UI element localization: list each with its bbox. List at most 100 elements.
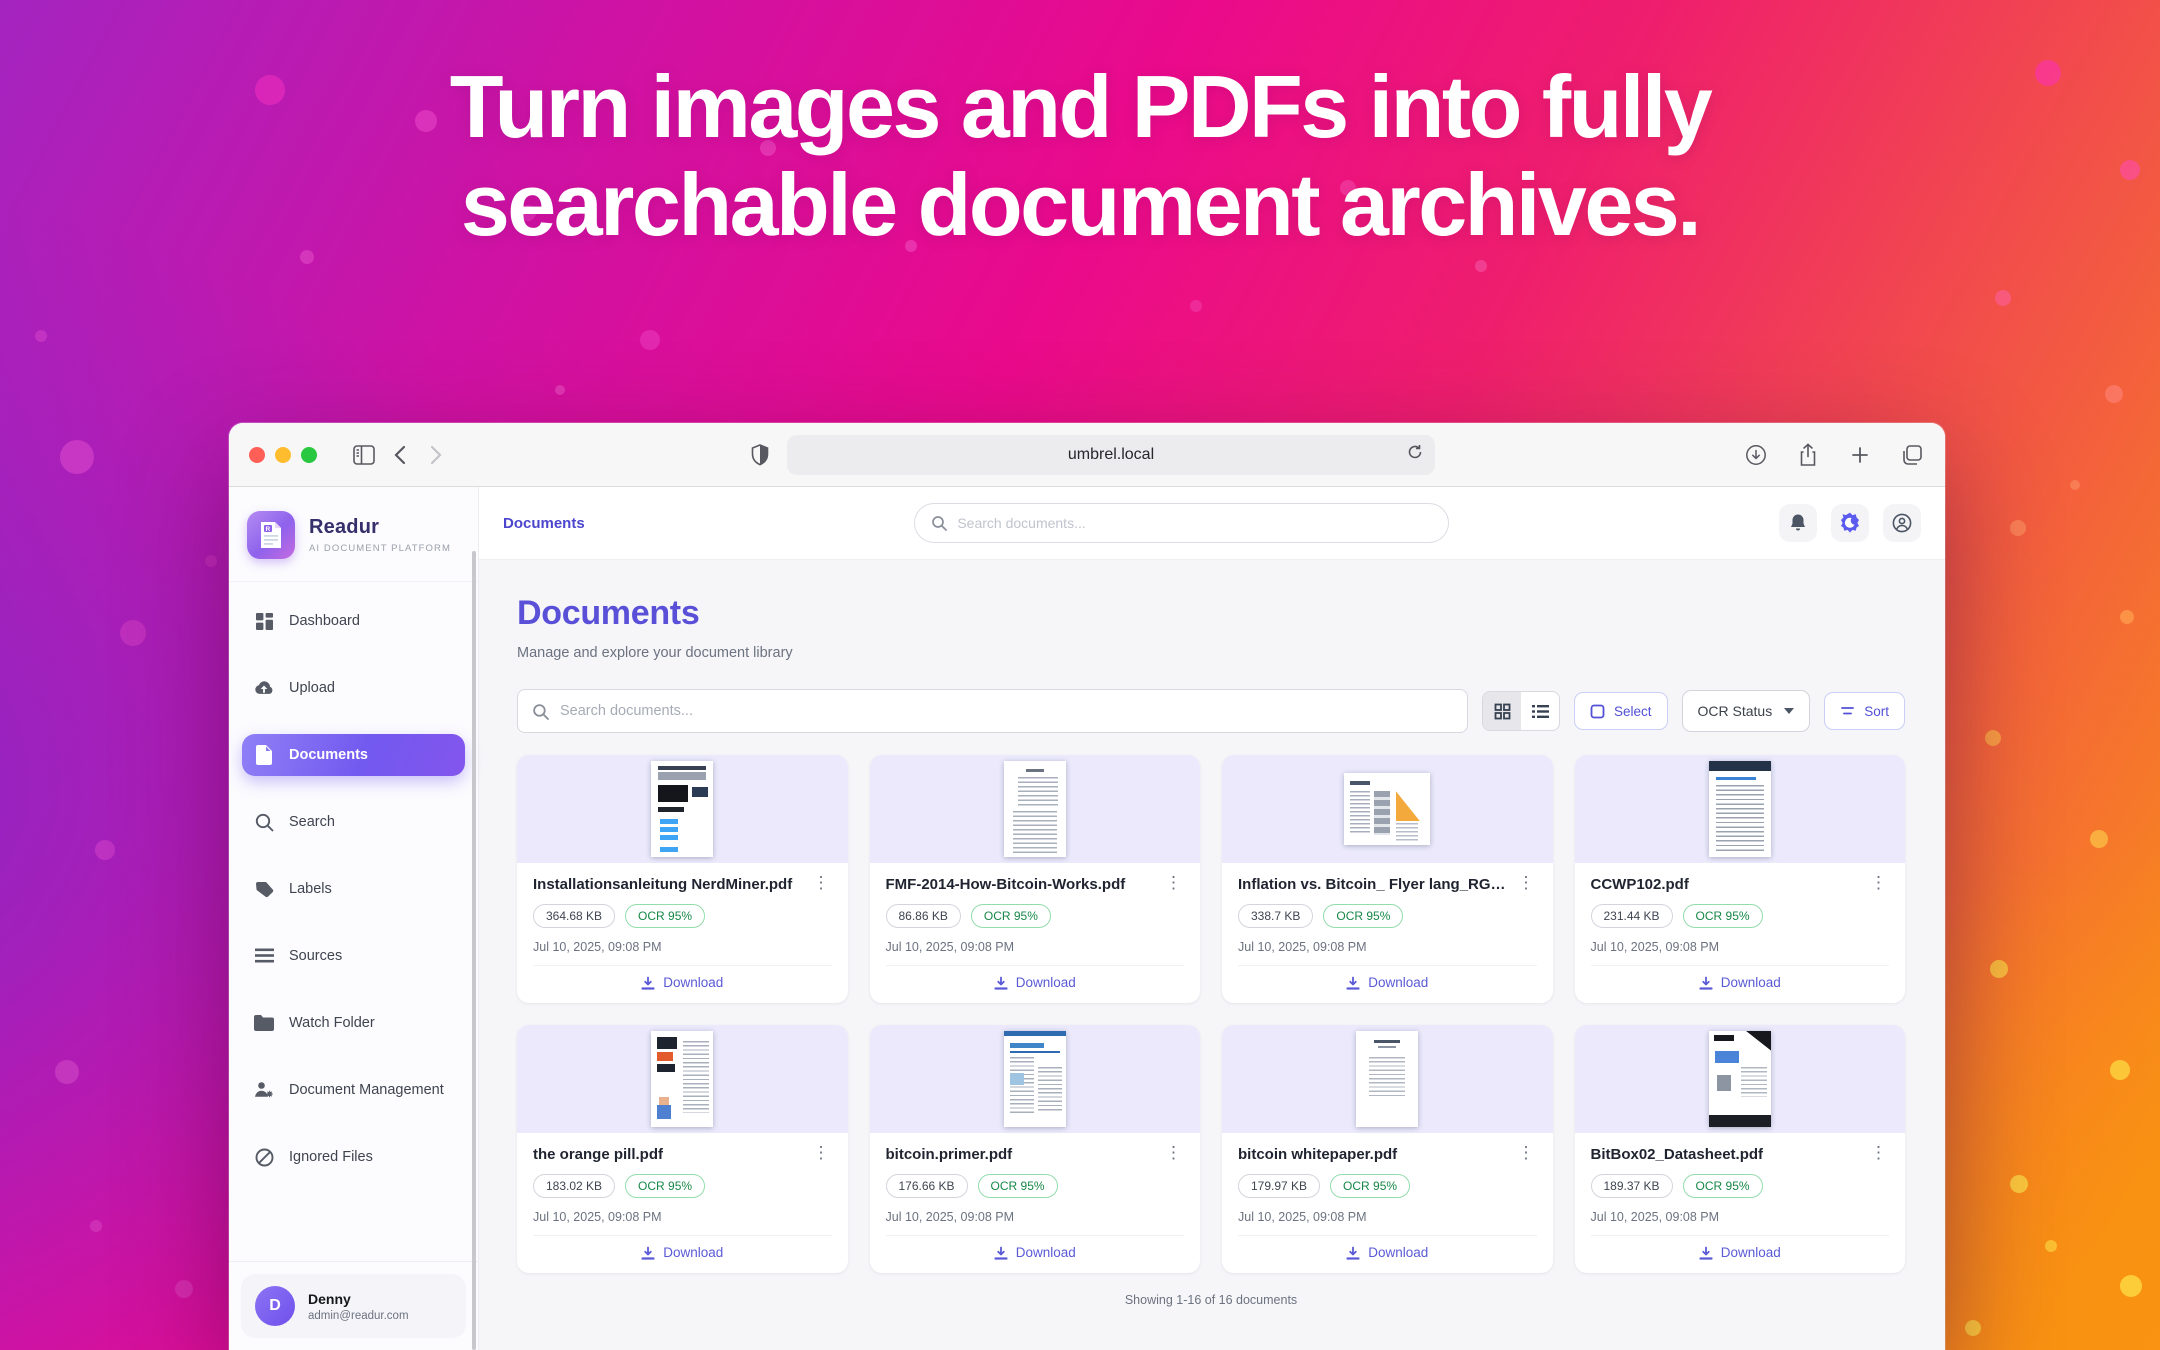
document-card[interactable]: bitcoin.primer.pdf ⋮ 176.66 KB OCR 95% J…	[870, 1025, 1201, 1273]
background-dot	[60, 440, 94, 474]
tab-overview-icon[interactable]	[1899, 442, 1925, 468]
document-preview-page	[651, 761, 713, 857]
document-preview-page	[1004, 1031, 1066, 1127]
background-dot	[1190, 300, 1202, 312]
more-options-icon[interactable]: ⋮	[1516, 1146, 1537, 1160]
document-card[interactable]: Inflation vs. Bitcoin_ Flyer lang_RGB.pd…	[1222, 755, 1553, 1003]
document-preview-page	[1709, 1031, 1771, 1127]
download-link[interactable]: Download	[1591, 965, 1890, 995]
download-link[interactable]: Download	[533, 1235, 832, 1265]
download-link[interactable]: Download	[886, 1235, 1185, 1265]
document-thumbnail	[1222, 1025, 1553, 1133]
document-card[interactable]: the orange pill.pdf ⋮ 183.02 KB OCR 95% …	[517, 1025, 848, 1273]
sidebar-item-dashboard[interactable]: Dashboard	[242, 600, 465, 642]
back-icon[interactable]	[387, 442, 413, 468]
page-subtitle: Manage and explore your document library	[517, 645, 1905, 661]
download-label: Download	[1721, 975, 1781, 990]
sidebar-item-sources[interactable]: Sources	[242, 935, 465, 977]
sidebar-toggle-icon[interactable]	[351, 442, 377, 468]
download-link[interactable]: Download	[886, 965, 1185, 995]
more-options-icon[interactable]: ⋮	[1516, 876, 1537, 890]
search-icon	[532, 703, 549, 720]
select-button[interactable]: Select	[1574, 692, 1668, 730]
sidebar-item-document-management[interactable]: Document Management	[242, 1069, 465, 1111]
file-size-badge: 364.68 KB	[533, 904, 615, 928]
download-label: Download	[663, 1245, 723, 1260]
document-card[interactable]: CCWP102.pdf ⋮ 231.44 KB OCR 95% Jul 10, …	[1575, 755, 1906, 1003]
background-dot	[555, 385, 565, 395]
document-date: Jul 10, 2025, 09:08 PM	[533, 940, 832, 954]
zoom-window-button[interactable]	[301, 447, 317, 463]
bell-icon	[1789, 513, 1807, 533]
more-options-icon[interactable]: ⋮	[811, 876, 832, 890]
theme-toggle-button[interactable]	[1831, 504, 1869, 542]
sidebar-item-upload[interactable]: Upload	[242, 667, 465, 709]
file-size-badge: 231.44 KB	[1591, 904, 1673, 928]
background-dot	[1475, 260, 1487, 272]
sources-icon	[254, 946, 274, 966]
document-name: BitBox02_Datasheet.pdf	[1591, 1146, 1861, 1163]
hero-line1: Turn images and PDFs into fully	[450, 57, 1711, 156]
download-label: Download	[1016, 975, 1076, 990]
checkbox-icon	[1590, 704, 1605, 719]
document-card[interactable]: Installationsanleitung NerdMiner.pdf ⋮ 3…	[517, 755, 848, 1003]
svg-text:R: R	[266, 526, 271, 533]
account-button[interactable]	[1883, 504, 1921, 542]
sort-button[interactable]: Sort	[1824, 692, 1905, 730]
sidebar-item-documents[interactable]: Documents	[242, 734, 465, 776]
downloads-icon[interactable]	[1743, 442, 1769, 468]
background-dot	[35, 330, 47, 342]
topbar-search-input[interactable]	[957, 515, 1432, 531]
close-window-button[interactable]	[249, 447, 265, 463]
sidebar-item-ignored-files[interactable]: Ignored Files	[242, 1136, 465, 1178]
background-dot	[205, 555, 217, 567]
sidebar-item-labels[interactable]: Labels	[242, 868, 465, 910]
shield-icon[interactable]	[747, 442, 773, 468]
background-dot	[2090, 830, 2108, 848]
list-view-icon	[1532, 704, 1549, 719]
ocr-status-badge: OCR 95%	[1323, 904, 1403, 928]
more-options-icon[interactable]: ⋮	[811, 1146, 832, 1160]
sidebar-scrollbar[interactable]	[472, 551, 476, 1350]
documents-search[interactable]	[517, 689, 1468, 733]
new-tab-icon[interactable]	[1847, 442, 1873, 468]
more-options-icon[interactable]: ⋮	[1868, 876, 1889, 890]
user-gear-icon	[254, 1080, 274, 1100]
documents-search-input[interactable]	[560, 703, 1453, 719]
file-size-badge: 176.66 KB	[886, 1174, 968, 1198]
document-card[interactable]: FMF-2014-How-Bitcoin-Works.pdf ⋮ 86.86 K…	[870, 755, 1201, 1003]
download-link[interactable]: Download	[533, 965, 832, 995]
document-name: bitcoin whitepaper.pdf	[1238, 1146, 1508, 1163]
notifications-button[interactable]	[1779, 504, 1817, 542]
reload-icon[interactable]	[1407, 444, 1423, 465]
download-link[interactable]: Download	[1238, 965, 1537, 995]
more-options-icon[interactable]: ⋮	[1163, 876, 1184, 890]
download-link[interactable]: Download	[1591, 1235, 1890, 1265]
topbar-search[interactable]	[914, 503, 1449, 543]
sidebar-item-label: Upload	[289, 679, 335, 698]
document-preview-page	[1356, 1031, 1418, 1127]
user-card[interactable]: D Denny admin@readur.com	[241, 1274, 466, 1338]
sidebar-item-watch-folder[interactable]: Watch Folder	[242, 1002, 465, 1044]
address-bar[interactable]: umbrel.local	[787, 435, 1435, 475]
sidebar-item-search[interactable]: Search	[242, 801, 465, 843]
forward-icon[interactable]	[423, 442, 449, 468]
breadcrumb[interactable]: Documents	[503, 515, 585, 532]
download-icon	[1346, 1246, 1360, 1260]
document-card[interactable]: BitBox02_Datasheet.pdf ⋮ 189.37 KB OCR 9…	[1575, 1025, 1906, 1273]
ocr-status-dropdown[interactable]: OCR Status	[1682, 690, 1811, 732]
download-label: Download	[1368, 1245, 1428, 1260]
more-options-icon[interactable]: ⋮	[1163, 1146, 1184, 1160]
grid-view-button[interactable]	[1483, 692, 1521, 730]
minimize-window-button[interactable]	[275, 447, 291, 463]
download-link[interactable]: Download	[1238, 1235, 1537, 1265]
document-thumbnail	[517, 755, 848, 863]
browser-toolbar: umbrel.local	[229, 423, 1945, 487]
more-options-icon[interactable]: ⋮	[1868, 1146, 1889, 1160]
list-view-button[interactable]	[1521, 692, 1559, 730]
share-icon[interactable]	[1795, 442, 1821, 468]
ocr-status-badge: OCR 95%	[1330, 1174, 1410, 1198]
document-card[interactable]: bitcoin whitepaper.pdf ⋮ 179.97 KB OCR 9…	[1222, 1025, 1553, 1273]
document-date: Jul 10, 2025, 09:08 PM	[1591, 940, 1890, 954]
document-name: bitcoin.primer.pdf	[886, 1146, 1156, 1163]
